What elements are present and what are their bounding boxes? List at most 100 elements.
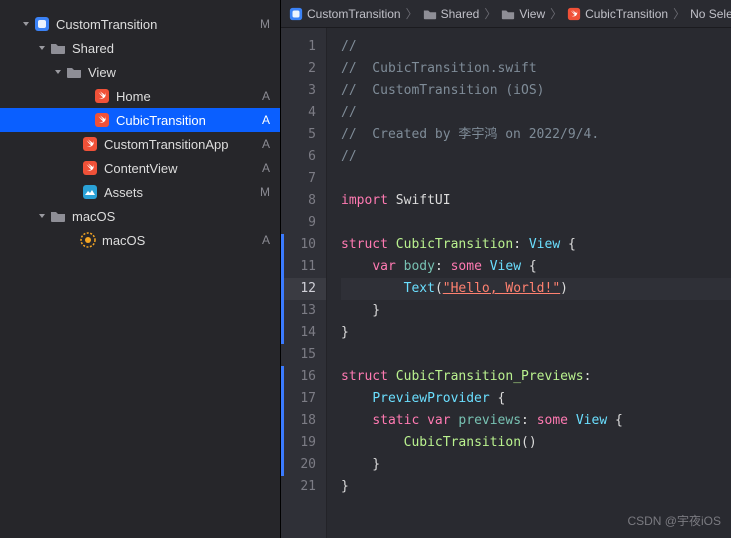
line-number: 17 — [281, 388, 326, 410]
code-line[interactable]: struct CubicTransition_Previews: — [341, 366, 731, 388]
chevron-down-icon[interactable] — [36, 210, 48, 222]
code-line[interactable]: // CubicTransition.swift — [341, 58, 731, 80]
breadcrumb-item[interactable]: CustomTransition — [289, 7, 401, 21]
code-line[interactable]: // — [341, 102, 731, 124]
tree-item-customtransitionapp[interactable]: CustomTransitionAppA — [0, 132, 280, 156]
line-number: 3 — [281, 80, 326, 102]
scm-badge: A — [262, 161, 270, 175]
breadcrumb-item[interactable]: CubicTransition — [567, 7, 668, 21]
breadcrumb-item[interactable]: No Select... — [690, 7, 731, 21]
tree-item-home[interactable]: Home A — [0, 84, 280, 108]
project-navigator[interactable]: CustomTransitionMShared View Home A CubicTra… — [0, 0, 280, 538]
code-line[interactable]: CubicTransition() — [341, 432, 731, 454]
code-line[interactable]: // CustomTransition (iOS) — [341, 80, 731, 102]
tree-item-label: macOS — [72, 209, 270, 224]
tree-item-label: CubicTransition — [116, 113, 256, 128]
scm-badge: A — [262, 89, 270, 103]
chevron-right-icon: 〉 — [673, 5, 685, 22]
tree-item-assets[interactable]: Assets M — [0, 180, 280, 204]
code-area[interactable]: //// CubicTransition.swift// CustomTrans… — [327, 28, 731, 538]
breadcrumb-label: Shared — [441, 7, 480, 21]
chevron-right-icon: 〉 — [406, 5, 418, 22]
line-number: 4 — [281, 102, 326, 124]
code-line[interactable]: } — [341, 454, 731, 476]
code-line[interactable]: PreviewProvider { — [341, 388, 731, 410]
tree-item-customtransition[interactable]: CustomTransitionM — [0, 12, 280, 36]
tree-item-label: ContentView — [104, 161, 256, 176]
code-line[interactable]: static var previews: some View { — [341, 410, 731, 432]
entitle-icon — [80, 232, 96, 248]
chevron-down-icon[interactable] — [52, 66, 64, 78]
swift-icon — [94, 88, 110, 104]
code-line[interactable]: import SwiftUI — [341, 190, 731, 212]
line-number: 15 — [281, 344, 326, 366]
swift-icon — [567, 7, 581, 21]
code-line[interactable]: // — [341, 36, 731, 58]
app-icon — [289, 7, 303, 21]
line-number: 16 — [281, 366, 326, 388]
tree-item-shared[interactable]: Shared — [0, 36, 280, 60]
code-line[interactable]: Text("Hello, World!") — [341, 278, 731, 300]
line-number: 19 — [281, 432, 326, 454]
folder-icon — [423, 7, 437, 21]
line-number: 14 — [281, 322, 326, 344]
breadcrumb-item[interactable]: View — [501, 7, 545, 21]
code-line[interactable] — [341, 168, 731, 190]
scm-badge: M — [260, 17, 270, 31]
folder-icon — [501, 7, 515, 21]
folder-icon — [50, 208, 66, 224]
app-icon — [34, 16, 50, 32]
watermark: CSDN @宇夜iOS — [627, 510, 721, 532]
tree-item-contentview[interactable]: ContentView A — [0, 156, 280, 180]
code-line[interactable]: } — [341, 322, 731, 344]
tree-item-macos[interactable]: macOS — [0, 204, 280, 228]
swift-icon — [82, 160, 98, 176]
line-number: 7 — [281, 168, 326, 190]
line-number: 8 — [281, 190, 326, 212]
code-line[interactable] — [341, 344, 731, 366]
editor-pane: CustomTransition 〉 Shared 〉 View 〉 CubicTransi… — [280, 0, 731, 538]
tree-item-label: View — [88, 65, 270, 80]
code-line[interactable] — [341, 212, 731, 234]
line-number: 6 — [281, 146, 326, 168]
line-number: 13 — [281, 300, 326, 322]
code-line[interactable]: // Created by 李宇鸿 on 2022/9/4. — [341, 124, 731, 146]
line-number: 11 — [281, 256, 326, 278]
code-line[interactable]: struct CubicTransition: View { — [341, 234, 731, 256]
breadcrumb[interactable]: CustomTransition 〉 Shared 〉 View 〉 CubicTransi… — [281, 0, 731, 28]
code-line[interactable]: } — [341, 476, 731, 498]
folder-icon — [50, 40, 66, 56]
breadcrumb-label: No Select... — [690, 7, 731, 21]
code-line[interactable]: // — [341, 146, 731, 168]
code-line[interactable]: var body: some View { — [341, 256, 731, 278]
breadcrumb-item[interactable]: Shared — [423, 7, 480, 21]
tree-item-label: Home — [116, 89, 256, 104]
scm-badge: M — [260, 185, 270, 199]
tree-item-cubictransition[interactable]: CubicTransitionA — [0, 108, 280, 132]
line-number: 12 — [281, 278, 326, 300]
tree-item-macos[interactable]: macOS A — [0, 228, 280, 252]
code-line[interactable]: } — [341, 300, 731, 322]
chevron-right-icon: 〉 — [550, 5, 562, 22]
line-number: 21 — [281, 476, 326, 498]
line-gutter: 123456789101112131415161718192021 — [281, 28, 327, 538]
line-number: 1 — [281, 36, 326, 58]
line-number: 2 — [281, 58, 326, 80]
code-editor[interactable]: 123456789101112131415161718192021 //// C… — [281, 28, 731, 538]
swift-icon — [82, 136, 98, 152]
folder-icon — [66, 64, 82, 80]
line-number: 10 — [281, 234, 326, 256]
line-number: 20 — [281, 454, 326, 476]
tree-item-label: macOS — [102, 233, 256, 248]
tree-item-label: Assets — [104, 185, 254, 200]
line-number: 5 — [281, 124, 326, 146]
tree-item-view[interactable]: View — [0, 60, 280, 84]
breadcrumb-label: View — [519, 7, 545, 21]
chevron-down-icon[interactable] — [20, 18, 32, 30]
line-number: 9 — [281, 212, 326, 234]
breadcrumb-label: CubicTransition — [585, 7, 668, 21]
scm-badge: A — [262, 233, 270, 247]
swift-icon — [94, 112, 110, 128]
chevron-down-icon[interactable] — [36, 42, 48, 54]
assets-icon — [82, 184, 98, 200]
